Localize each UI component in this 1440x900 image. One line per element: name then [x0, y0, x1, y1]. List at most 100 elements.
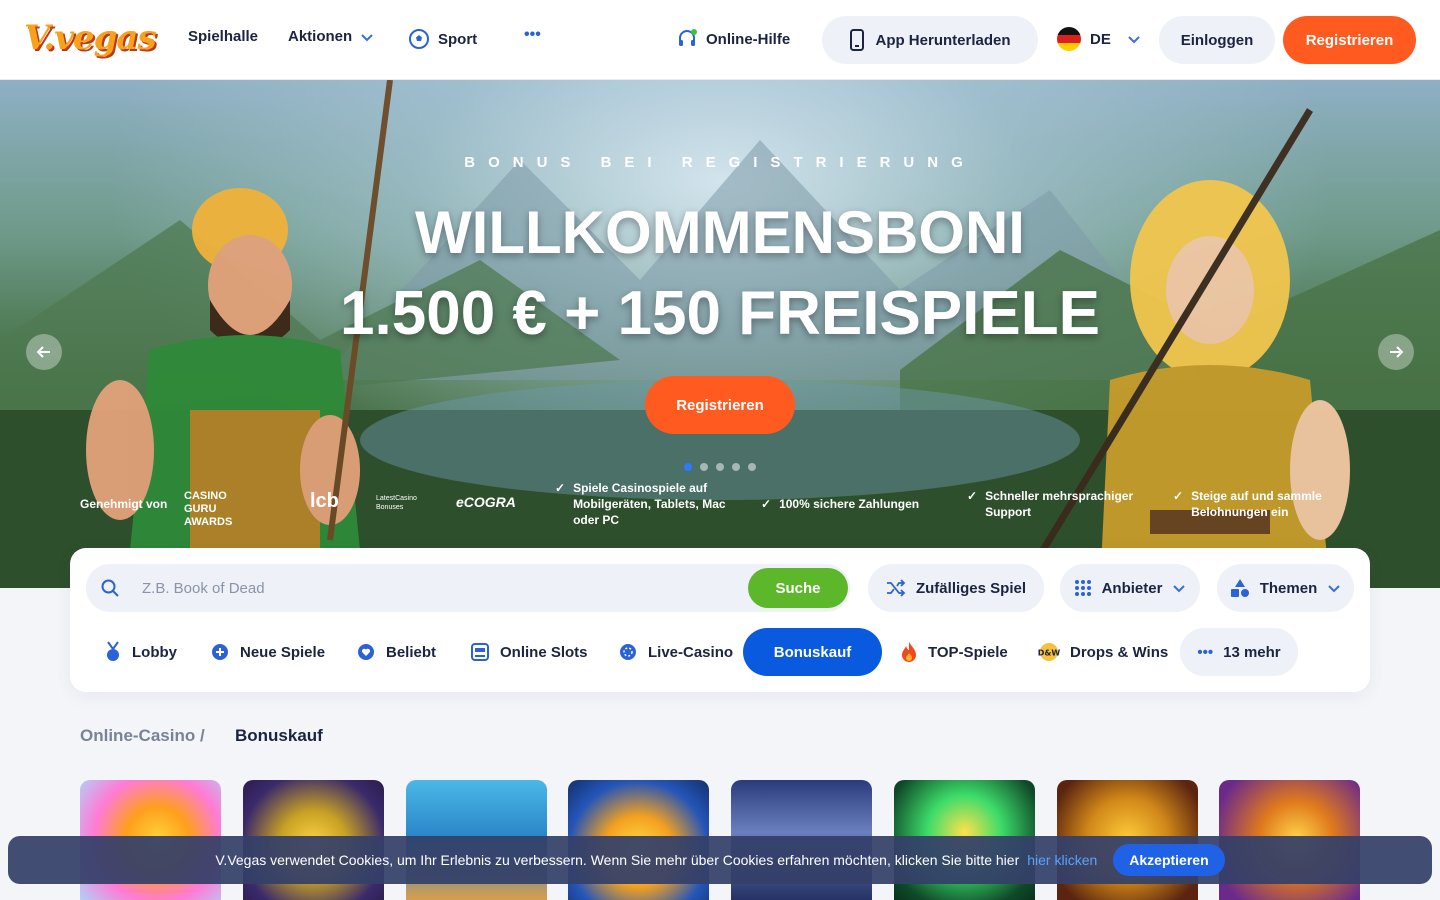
login-label: Einloggen — [1180, 31, 1254, 49]
category-online-slots[interactable]: Online Slots — [470, 628, 588, 676]
slot-machine-icon — [471, 643, 489, 661]
cookie-banner: V.Vegas verwendet Cookies, um Ihr Erlebn… — [8, 836, 1432, 884]
shapes-icon — [1230, 579, 1249, 597]
hero-offer: 1.500 € + 150 FREISPIELE — [340, 279, 1100, 348]
random-game-button[interactable]: Zufälliges Spiel — [868, 564, 1044, 612]
category-label: TOP-Spiele — [928, 643, 1008, 661]
more-menu-button[interactable]: ••• — [524, 26, 541, 44]
provider-label: Anbieter — [1101, 579, 1163, 597]
nav-sport[interactable]: Sport — [408, 28, 477, 50]
category-bonus-buy[interactable]: Bonuskauf — [743, 628, 882, 676]
category-popular[interactable]: Beliebt — [356, 628, 436, 676]
partner-name: CASINO GURU AWARDS — [184, 490, 233, 528]
feature-text: Spiele Casinospiele auf Mobilgeräten, Ta… — [573, 481, 726, 527]
slide-dot[interactable] — [700, 463, 708, 471]
category-label: Lobby — [132, 643, 177, 661]
slide-dot[interactable] — [716, 463, 724, 471]
register-button[interactable]: Registrieren — [1283, 16, 1416, 64]
lcb-logo: lcb — [310, 490, 339, 512]
hero-register-button[interactable]: Registrieren — [645, 376, 795, 434]
chevron-down-icon — [1173, 585, 1186, 593]
svg-text:D&W: D&W — [1038, 649, 1060, 658]
register-label: Registrieren — [1305, 31, 1394, 49]
online-help-link[interactable]: Online-Hilfe — [676, 28, 790, 50]
ecogra-logo: eCOGRA — [456, 494, 516, 510]
slide-indicators — [684, 463, 756, 471]
feature-item: ✓ Steige auf und sammle Belohnungen ein — [1173, 488, 1343, 520]
category-label: Online Slots — [500, 643, 588, 661]
medal-icon — [107, 641, 119, 661]
category-label: Live-Casino — [648, 643, 734, 661]
search-button[interactable]: Suche — [748, 568, 848, 608]
feature-item: ✓ Schneller mehrsprachiger Support — [967, 488, 1157, 520]
chevron-down-icon — [1128, 36, 1140, 44]
roulette-chip-icon — [620, 644, 636, 660]
nav-label: Sport — [438, 30, 478, 48]
hero-banner: BONUS BEI REGISTRIERUNG WILLKOMMENSBONI … — [0, 80, 1440, 588]
category-more[interactable]: ••• 13 mehr — [1180, 628, 1298, 676]
feature-text: 100% sichere Zahlungen — [779, 497, 920, 511]
slide-dot[interactable] — [748, 463, 756, 471]
category-label: Neue Spiele — [240, 643, 326, 661]
feature-text: Steige auf und sammle Belohnungen ein — [1191, 489, 1322, 519]
feature-text: Schneller mehrsprachiger Support — [985, 489, 1134, 519]
prev-slide-button[interactable] — [26, 334, 62, 370]
headset-icon — [679, 29, 697, 46]
slide-dot[interactable] — [732, 463, 740, 471]
language-label: DE — [1090, 30, 1111, 48]
chevron-down-icon — [361, 33, 373, 41]
cookie-more-link[interactable]: hier klicken — [1027, 852, 1097, 868]
themes-label: Themen — [1259, 579, 1318, 597]
category-live-casino[interactable]: Live-Casino — [618, 628, 733, 676]
feature-item: ✓ 100% sichere Zahlungen — [761, 496, 951, 512]
slide-dot[interactable] — [684, 463, 692, 471]
accept-cookies-label: Akzeptieren — [1129, 852, 1209, 868]
checkmark-icon: ✓ — [1173, 489, 1184, 503]
approved-by-text: Genehmigt von — [80, 497, 168, 511]
hero-subtitle: BONUS BEI REGISTRIERUNG — [464, 154, 976, 171]
partner-name: eCOGRA — [456, 494, 516, 510]
accept-cookies-button[interactable]: Akzeptieren — [1113, 844, 1225, 876]
search-input[interactable] — [142, 576, 732, 600]
approved-by-label: Genehmigt von — [80, 496, 167, 512]
app-download-label: App Herunterladen — [875, 31, 1011, 49]
chevron-down-icon — [1328, 585, 1340, 593]
search-icon — [101, 579, 119, 597]
casino-guru-logo: CASINO GURU AWARDS — [184, 490, 260, 529]
language-selector[interactable]: DE — [1056, 26, 1141, 52]
category-new-games[interactable]: Neue Spiele — [210, 628, 325, 676]
checkmark-icon: ✓ — [555, 481, 566, 495]
random-game-label: Zufälliges Spiel — [915, 579, 1027, 597]
partner-name: lcb — [310, 490, 339, 512]
search-button-label: Suche — [775, 579, 821, 597]
more-dots-icon: ••• — [524, 26, 541, 43]
search-bar: Suche — [86, 564, 850, 612]
smartphone-icon — [850, 29, 865, 51]
nav-spielhalle[interactable]: Spielhalle — [188, 28, 258, 45]
fire-icon — [902, 642, 916, 662]
app-download-button[interactable]: App Herunterladen — [822, 16, 1038, 64]
arrow-left-icon — [36, 346, 50, 358]
game-filter-panel: Suche Zufälliges Spiel Anbieter Themen L… — [70, 548, 1370, 692]
hero-register-label: Registrieren — [676, 396, 764, 414]
checkmark-icon: ✓ — [967, 489, 978, 503]
german-flag-icon — [1057, 27, 1081, 51]
category-label: 13 mehr — [1223, 643, 1281, 661]
category-drops-wins[interactable]: D&W Drops & Wins — [1038, 628, 1168, 676]
login-button[interactable]: Einloggen — [1159, 16, 1275, 64]
themes-dropdown[interactable]: Themen — [1217, 564, 1354, 612]
online-help-label: Online-Hilfe — [706, 30, 791, 48]
plus-circle-icon — [212, 644, 228, 660]
nav-label: Aktionen — [288, 28, 353, 45]
provider-dropdown[interactable]: Anbieter — [1060, 564, 1200, 612]
category-label: Beliebt — [386, 643, 437, 661]
nav-aktionen[interactable]: Aktionen — [288, 28, 374, 45]
breadcrumb-current: Bonuskauf — [235, 726, 323, 745]
breadcrumb-root[interactable]: Online-Casino / — [80, 726, 205, 746]
grid-icon — [1074, 580, 1091, 596]
category-top-games[interactable]: TOP-Spiele — [900, 628, 1008, 676]
category-lobby[interactable]: Lobby — [104, 628, 177, 676]
logo[interactable]: V.vegas — [24, 12, 157, 68]
latestcasino-logo: LatestCasino Bonuses — [376, 494, 446, 512]
next-slide-button[interactable] — [1378, 334, 1414, 370]
